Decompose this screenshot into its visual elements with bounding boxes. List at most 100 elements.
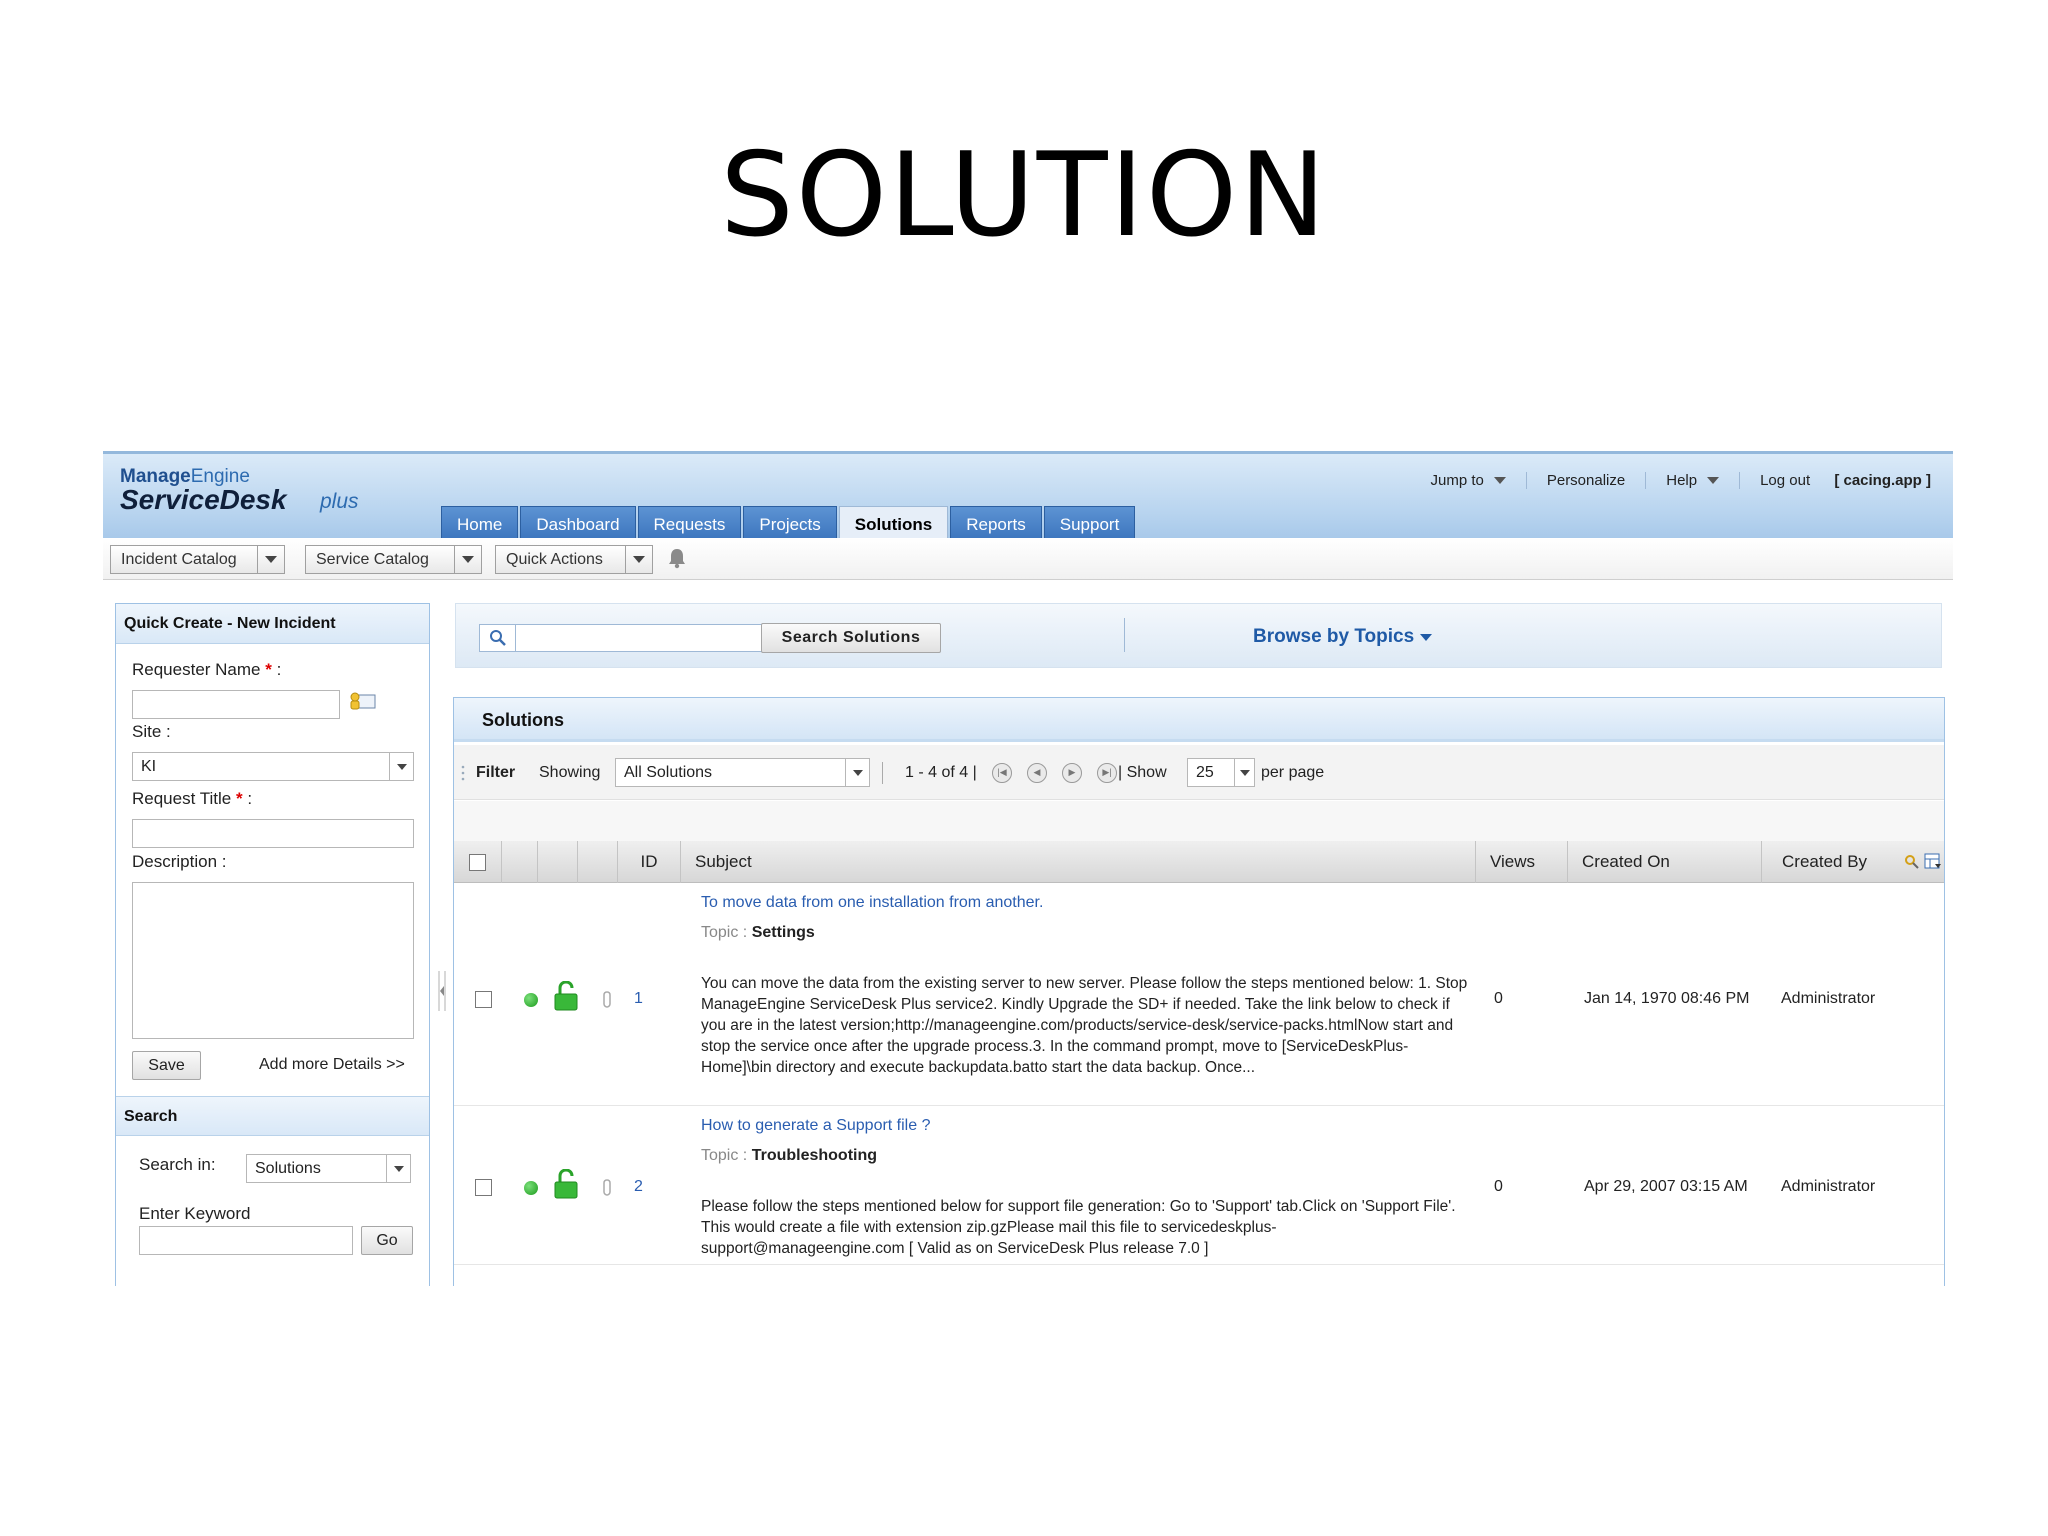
row-checkbox[interactable] bbox=[475, 1179, 492, 1196]
filter-bar: Filter Showing All Solutions 1 - 4 of 4 … bbox=[454, 745, 1944, 800]
chevron-down-icon bbox=[1493, 477, 1506, 484]
tab-reports[interactable]: Reports bbox=[950, 506, 1042, 541]
search-solutions-button[interactable]: Search Solutions bbox=[761, 623, 941, 653]
logo[interactable]: ManageEngine ServiceDesk plus bbox=[120, 466, 359, 516]
requester-label: Requester Name * : bbox=[132, 660, 282, 679]
pagination-controls: |◀ ◀ ▶ ▶| bbox=[992, 745, 1117, 800]
quick-actions-dropdown[interactable]: Quick Actions bbox=[495, 545, 653, 574]
solution-id-link[interactable]: 2 bbox=[634, 1178, 643, 1196]
solution-views: 0 bbox=[1494, 990, 1503, 1007]
solution-description: Please follow the steps mentioned below … bbox=[701, 1198, 1456, 1257]
showing-label: Showing bbox=[539, 763, 601, 781]
tab-support[interactable]: Support bbox=[1043, 506, 1136, 541]
solution-subject-link[interactable]: To move data from one installation from … bbox=[701, 894, 1043, 912]
tab-dashboard[interactable]: Dashboard bbox=[520, 506, 636, 541]
per-page-select[interactable]: 25 bbox=[1187, 758, 1255, 787]
show-label: | Show bbox=[1118, 763, 1167, 781]
keyword-label: Enter Keyword bbox=[139, 1204, 251, 1223]
jump-to-menu[interactable]: Jump to bbox=[1410, 472, 1527, 489]
app-screenshot: ManageEngine ServiceDesk plus Jump to Pe… bbox=[103, 451, 1953, 1286]
tab-requests[interactable]: Requests bbox=[637, 506, 742, 541]
pagination-first-icon[interactable]: |◀ bbox=[992, 762, 1012, 783]
tab-solutions[interactable]: Solutions bbox=[838, 506, 949, 541]
table-row[interactable]: 2 How to generate a Support file ? Topic… bbox=[454, 1107, 1944, 1265]
attachment-icon[interactable] bbox=[602, 991, 614, 1009]
search-in-label: Search in: bbox=[139, 1155, 216, 1174]
row-checkbox[interactable] bbox=[475, 991, 492, 1008]
pagination-next-icon[interactable]: ▶ bbox=[1062, 762, 1082, 783]
add-more-details-link[interactable]: Add more Details >> bbox=[259, 1056, 405, 1074]
logo-product: ServiceDesk bbox=[120, 484, 287, 515]
browse-by-topics-menu[interactable]: Browse by Topics bbox=[1253, 626, 1433, 648]
solution-created-by: Administrator bbox=[1781, 1178, 1876, 1195]
go-button[interactable]: Go bbox=[361, 1226, 413, 1255]
pagination-last-icon[interactable]: ▶| bbox=[1097, 762, 1117, 783]
slide: SOLUTION ManageEngine ServiceDesk plus J… bbox=[0, 0, 2048, 1536]
requester-lookup-icon[interactable] bbox=[347, 690, 377, 714]
solutions-title: Solutions bbox=[454, 698, 1944, 742]
solutions-search-bar: Search Solutions Browse by Topics bbox=[455, 603, 1942, 668]
lock-open-icon bbox=[554, 1169, 578, 1199]
solution-id-link[interactable]: 1 bbox=[634, 990, 643, 1008]
chevron-down-icon bbox=[1239, 769, 1250, 776]
status-dot-icon bbox=[524, 1181, 538, 1195]
status-dot-icon bbox=[524, 993, 538, 1007]
keyword-input[interactable] bbox=[139, 1226, 353, 1255]
column-created-on[interactable]: Created On bbox=[1568, 841, 1762, 883]
request-title-input[interactable] bbox=[132, 819, 414, 848]
logout-link[interactable]: Log out [ cacing.app ] bbox=[1740, 472, 1931, 489]
requester-name-input[interactable] bbox=[132, 690, 340, 719]
search-in-select[interactable]: Solutions bbox=[246, 1154, 411, 1183]
solution-created-on: Apr 29, 2007 03:15 AM bbox=[1584, 1178, 1748, 1195]
search-icon bbox=[480, 625, 516, 651]
quick-create-title: Quick Create - New Incident bbox=[116, 604, 429, 644]
attachment-icon[interactable] bbox=[602, 1179, 614, 1197]
divider bbox=[1124, 618, 1125, 652]
solution-created-by: Administrator bbox=[1781, 990, 1876, 1007]
solutions-panel: Solutions Filter Showing All Solutions 1… bbox=[453, 697, 1945, 1286]
chevron-down-icon bbox=[852, 769, 863, 776]
bell-icon[interactable] bbox=[666, 547, 688, 569]
save-button[interactable]: Save bbox=[132, 1051, 201, 1080]
table-header: ID Subject Views Created On Created By bbox=[454, 841, 1944, 883]
solution-topic: Topic : Troubleshooting bbox=[701, 1147, 878, 1164]
column-views[interactable]: Views bbox=[1476, 841, 1568, 883]
column-subject[interactable]: Subject bbox=[681, 841, 1476, 883]
request-title-label: Request Title * : bbox=[132, 789, 253, 808]
column-search-icon[interactable] bbox=[1904, 854, 1920, 870]
top-nav: Jump to Personalize Help Log out [ cacin… bbox=[1410, 472, 1931, 489]
search-panel-title: Search bbox=[116, 1096, 429, 1136]
lock-open-icon bbox=[554, 981, 578, 1011]
logo-plus: plus bbox=[320, 490, 359, 513]
site-select[interactable]: KI bbox=[132, 752, 414, 781]
chevron-down-icon bbox=[393, 1165, 404, 1172]
column-id[interactable]: ID bbox=[618, 841, 681, 883]
main-tabs: Home Dashboard Requests Projects Solutio… bbox=[441, 506, 1137, 541]
personalize-link[interactable]: Personalize bbox=[1527, 472, 1647, 489]
chevron-down-icon bbox=[633, 556, 645, 563]
service-catalog-dropdown[interactable]: Service Catalog bbox=[305, 545, 482, 574]
chevron-down-icon bbox=[1707, 477, 1720, 484]
column-chooser-icon[interactable] bbox=[1924, 853, 1942, 871]
app-header: ManageEngine ServiceDesk plus Jump to Pe… bbox=[103, 451, 1953, 541]
solution-description: You can move the data from the existing … bbox=[701, 975, 1468, 1076]
pagination-prev-icon[interactable]: ◀ bbox=[1027, 762, 1047, 783]
chevron-down-icon bbox=[462, 556, 474, 563]
tab-projects[interactable]: Projects bbox=[743, 506, 837, 541]
help-menu[interactable]: Help bbox=[1646, 472, 1741, 489]
select-all-checkbox[interactable] bbox=[469, 853, 486, 871]
site-label: Site : bbox=[132, 722, 171, 741]
table-row[interactable]: 1 To move data from one installation fro… bbox=[454, 884, 1944, 1106]
chevron-down-icon bbox=[265, 556, 277, 563]
description-label: Description : bbox=[132, 852, 227, 871]
showing-select[interactable]: All Solutions bbox=[615, 758, 870, 787]
panel-splitter-handle[interactable] bbox=[437, 971, 447, 1011]
incident-catalog-dropdown[interactable]: Incident Catalog bbox=[110, 545, 285, 574]
filter-label: Filter bbox=[476, 763, 516, 781]
solution-search-input[interactable] bbox=[479, 624, 777, 652]
solution-subject-link[interactable]: How to generate a Support file ? bbox=[701, 1117, 930, 1135]
tab-home[interactable]: Home bbox=[441, 506, 519, 541]
description-textarea[interactable] bbox=[132, 882, 414, 1039]
per-page-label: per page bbox=[1261, 763, 1325, 781]
pagination-range: 1 - 4 of 4 | bbox=[905, 763, 977, 781]
